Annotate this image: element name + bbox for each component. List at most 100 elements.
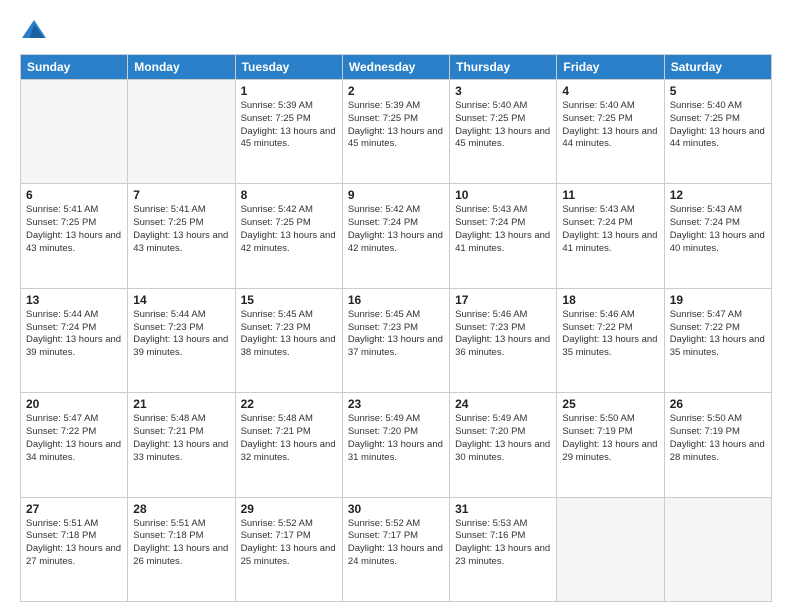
calendar-cell: 15Sunrise: 5:45 AM Sunset: 7:23 PM Dayli…: [235, 288, 342, 392]
calendar-cell: 22 Sunrise: 5:48 AM Sunset: 7:21 PM Dayli…: [235, 393, 342, 497]
calendar-cell: 13Sunrise: 5:44 AM Sunset: 7:24 PM Dayli…: [21, 288, 128, 392]
day-number: 9: [348, 188, 444, 202]
weekday-wednesday: Wednesday: [342, 55, 449, 80]
calendar-cell: 21Sunrise: 5:48 AM Sunset: 7:21 PM Dayli…: [128, 393, 235, 497]
day-info: Sunrise: 5:45 AM Sunset: 7:23 PM Dayligh…: [348, 309, 444, 360]
day-info: Sunrise: 5:47 AM Sunset: 7:22 PM Dayligh…: [670, 309, 766, 360]
calendar-cell: 18 Sunrise: 5:46 AM Sunset: 7:22 PM Dayli…: [557, 288, 664, 392]
day-info: Sunrise: 5:43 AM Sunset: 7:24 PM Dayligh…: [455, 204, 551, 255]
day-number: 7: [133, 188, 229, 202]
calendar-cell: 29Sunrise: 5:52 AM Sunset: 7:17 PM Dayli…: [235, 497, 342, 601]
day-info: Sunrise: 5:40 AM Sunset: 7:25 PM Dayligh…: [562, 100, 658, 151]
weekday-saturday: Saturday: [664, 55, 771, 80]
calendar-cell: 23 Sunrise: 5:49 AM Sunset: 7:20 PM Dayli…: [342, 393, 449, 497]
day-info: Sunrise: 5:46 AM Sunset: 7:22 PM Dayligh…: [562, 309, 658, 360]
day-number: 25: [562, 397, 658, 411]
weekday-sunday: Sunday: [21, 55, 128, 80]
day-number: 30: [348, 502, 444, 516]
day-info: Sunrise: 5:52 AM Sunset: 7:17 PM Dayligh…: [348, 518, 444, 569]
day-info: Sunrise: 5:47 AM Sunset: 7:22 PM Dayligh…: [26, 413, 122, 464]
calendar-cell: 1 Sunrise: 5:39 AM Sunset: 7:25 PM Daylig…: [235, 80, 342, 184]
calendar-cell: 6Sunrise: 5:41 AM Sunset: 7:25 PM Daylig…: [21, 184, 128, 288]
day-info: Sunrise: 5:48 AM Sunset: 7:21 PM Dayligh…: [241, 413, 337, 464]
day-number: 24: [455, 397, 551, 411]
calendar-cell: [664, 497, 771, 601]
calendar-cell: 27 Sunrise: 5:51 AM Sunset: 7:18 PM Dayli…: [21, 497, 128, 601]
day-number: 1: [241, 84, 337, 98]
calendar-cell: 16 Sunrise: 5:45 AM Sunset: 7:23 PM Dayli…: [342, 288, 449, 392]
day-info: Sunrise: 5:49 AM Sunset: 7:20 PM Dayligh…: [348, 413, 444, 464]
day-info: Sunrise: 5:41 AM Sunset: 7:25 PM Dayligh…: [26, 204, 122, 255]
day-info: Sunrise: 5:40 AM Sunset: 7:25 PM Dayligh…: [455, 100, 551, 151]
calendar-cell: 11 Sunrise: 5:43 AM Sunset: 7:24 PM Dayli…: [557, 184, 664, 288]
day-number: 27: [26, 502, 122, 516]
calendar-cell: 9 Sunrise: 5:42 AM Sunset: 7:24 PM Daylig…: [342, 184, 449, 288]
logo-icon: [20, 16, 48, 44]
day-number: 3: [455, 84, 551, 98]
day-number: 2: [348, 84, 444, 98]
day-number: 20: [26, 397, 122, 411]
calendar-cell: 10 Sunrise: 5:43 AM Sunset: 7:24 PM Dayli…: [450, 184, 557, 288]
day-number: 28: [133, 502, 229, 516]
day-number: 8: [241, 188, 337, 202]
weekday-friday: Friday: [557, 55, 664, 80]
day-info: Sunrise: 5:50 AM Sunset: 7:19 PM Dayligh…: [670, 413, 766, 464]
day-info: Sunrise: 5:43 AM Sunset: 7:24 PM Dayligh…: [670, 204, 766, 255]
week-row-1: 1 Sunrise: 5:39 AM Sunset: 7:25 PM Daylig…: [21, 80, 772, 184]
day-number: 14: [133, 293, 229, 307]
weekday-thursday: Thursday: [450, 55, 557, 80]
day-info: Sunrise: 5:42 AM Sunset: 7:25 PM Dayligh…: [241, 204, 337, 255]
calendar-cell: 28 Sunrise: 5:51 AM Sunset: 7:18 PM Dayli…: [128, 497, 235, 601]
calendar-cell: 12 Sunrise: 5:43 AM Sunset: 7:24 PM Dayli…: [664, 184, 771, 288]
day-number: 23: [348, 397, 444, 411]
weekday-tuesday: Tuesday: [235, 55, 342, 80]
day-info: Sunrise: 5:42 AM Sunset: 7:24 PM Dayligh…: [348, 204, 444, 255]
week-row-4: 20 Sunrise: 5:47 AM Sunset: 7:22 PM Dayli…: [21, 393, 772, 497]
day-number: 18: [562, 293, 658, 307]
calendar-cell: [128, 80, 235, 184]
week-row-5: 27 Sunrise: 5:51 AM Sunset: 7:18 PM Dayli…: [21, 497, 772, 601]
day-number: 10: [455, 188, 551, 202]
day-number: 19: [670, 293, 766, 307]
day-info: Sunrise: 5:44 AM Sunset: 7:24 PM Dayligh…: [26, 309, 122, 360]
calendar-cell: 26 Sunrise: 5:50 AM Sunset: 7:19 PM Dayli…: [664, 393, 771, 497]
calendar-cell: 8 Sunrise: 5:42 AM Sunset: 7:25 PM Daylig…: [235, 184, 342, 288]
day-info: Sunrise: 5:51 AM Sunset: 7:18 PM Dayligh…: [133, 518, 229, 569]
day-info: Sunrise: 5:50 AM Sunset: 7:19 PM Dayligh…: [562, 413, 658, 464]
day-info: Sunrise: 5:53 AM Sunset: 7:16 PM Dayligh…: [455, 518, 551, 569]
calendar-cell: 24Sunrise: 5:49 AM Sunset: 7:20 PM Dayli…: [450, 393, 557, 497]
day-info: Sunrise: 5:46 AM Sunset: 7:23 PM Dayligh…: [455, 309, 551, 360]
day-number: 16: [348, 293, 444, 307]
day-number: 17: [455, 293, 551, 307]
calendar-cell: 31 Sunrise: 5:53 AM Sunset: 7:16 PM Dayli…: [450, 497, 557, 601]
page: SundayMondayTuesdayWednesdayThursdayFrid…: [0, 0, 792, 612]
logo: [20, 16, 52, 44]
calendar-cell: [557, 497, 664, 601]
header: [20, 16, 772, 44]
calendar-cell: [21, 80, 128, 184]
day-info: Sunrise: 5:44 AM Sunset: 7:23 PM Dayligh…: [133, 309, 229, 360]
day-number: 12: [670, 188, 766, 202]
day-info: Sunrise: 5:39 AM Sunset: 7:25 PM Dayligh…: [241, 100, 337, 151]
calendar-cell: 5Sunrise: 5:40 AM Sunset: 7:25 PM Daylig…: [664, 80, 771, 184]
day-info: Sunrise: 5:43 AM Sunset: 7:24 PM Dayligh…: [562, 204, 658, 255]
calendar-cell: 20 Sunrise: 5:47 AM Sunset: 7:22 PM Dayli…: [21, 393, 128, 497]
calendar-cell: 2 Sunrise: 5:39 AM Sunset: 7:25 PM Daylig…: [342, 80, 449, 184]
day-info: Sunrise: 5:51 AM Sunset: 7:18 PM Dayligh…: [26, 518, 122, 569]
day-number: 22: [241, 397, 337, 411]
week-row-2: 6Sunrise: 5:41 AM Sunset: 7:25 PM Daylig…: [21, 184, 772, 288]
calendar-cell: 3 Sunrise: 5:40 AM Sunset: 7:25 PM Daylig…: [450, 80, 557, 184]
day-number: 21: [133, 397, 229, 411]
calendar-cell: 7Sunrise: 5:41 AM Sunset: 7:25 PM Daylig…: [128, 184, 235, 288]
day-number: 29: [241, 502, 337, 516]
day-info: Sunrise: 5:45 AM Sunset: 7:23 PM Dayligh…: [241, 309, 337, 360]
day-number: 4: [562, 84, 658, 98]
day-number: 11: [562, 188, 658, 202]
day-info: Sunrise: 5:39 AM Sunset: 7:25 PM Dayligh…: [348, 100, 444, 151]
weekday-monday: Monday: [128, 55, 235, 80]
day-number: 31: [455, 502, 551, 516]
calendar-cell: 4 Sunrise: 5:40 AM Sunset: 7:25 PM Daylig…: [557, 80, 664, 184]
day-number: 5: [670, 84, 766, 98]
day-number: 26: [670, 397, 766, 411]
calendar-cell: 17 Sunrise: 5:46 AM Sunset: 7:23 PM Dayli…: [450, 288, 557, 392]
